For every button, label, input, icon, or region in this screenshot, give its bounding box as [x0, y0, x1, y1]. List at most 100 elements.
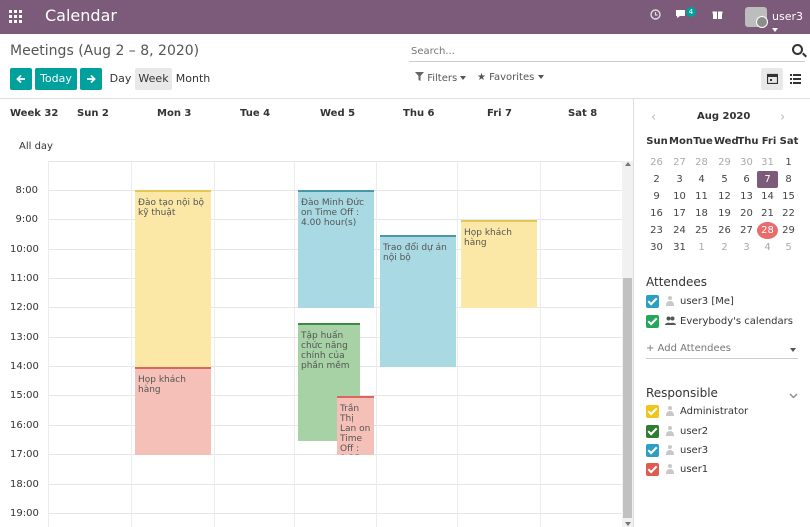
calendar-event[interactable]: Đào Minh Đức on Time Off : 4.00 hour(s) [298, 190, 374, 308]
responsible-checkbox[interactable] [646, 444, 659, 457]
today-button[interactable]: Today [35, 68, 77, 90]
mini-calendar-day[interactable]: 3 [669, 171, 690, 188]
mini-calendar-day[interactable]: 25 [691, 222, 712, 239]
mini-calendar-day[interactable]: 11 [691, 188, 712, 205]
day-header[interactable]: Sun 2 [77, 108, 109, 119]
calendar-view-button[interactable] [761, 68, 783, 90]
mini-calendar-day[interactable]: 20 [736, 205, 757, 222]
mini-calendar-day[interactable]: 27 [669, 154, 690, 171]
mini-calendar-day[interactable]: 16 [646, 205, 667, 222]
mini-calendar-day[interactable]: 24 [669, 222, 690, 239]
calendar-scrollbar[interactable] [622, 161, 633, 527]
apps-menu-icon[interactable] [9, 10, 22, 23]
responsible-collapse-icon[interactable] [789, 389, 798, 402]
filters-dropdown[interactable]: Filters [415, 72, 467, 84]
mini-calendar-day[interactable]: 17 [669, 205, 690, 222]
scale-month-button[interactable]: Month [174, 68, 212, 90]
gift-icon[interactable] [712, 9, 723, 23]
scroll-up-icon[interactable] [625, 162, 631, 166]
responsible-checkbox[interactable] [646, 463, 659, 476]
mini-calendar-day[interactable]: 26 [646, 154, 667, 171]
scale-week-button[interactable]: Week [135, 68, 172, 90]
calendar-icon [766, 73, 778, 85]
user-avatar[interactable] [745, 7, 768, 28]
user-name-label: user3 [772, 10, 803, 23]
mini-calendar-day[interactable]: 22 [778, 205, 799, 222]
mini-calendar-day[interactable]: 30 [736, 154, 757, 171]
mini-calendar-day[interactable]: 8 [778, 171, 799, 188]
mini-calendar-day[interactable]: 18 [691, 205, 712, 222]
scale-day-button[interactable]: Day [108, 68, 133, 90]
attendee-checkbox[interactable] [646, 315, 659, 328]
mini-calendar-day[interactable]: 4 [757, 239, 778, 256]
mini-calendar-day[interactable]: 31 [669, 239, 690, 256]
users-icon [665, 316, 676, 328]
hour-label: 17:00 [10, 449, 39, 460]
mini-calendar-day[interactable]: 28 [691, 154, 712, 171]
favorites-dropdown[interactable]: ★ Favorites [477, 72, 544, 83]
mini-calendar-day[interactable]: 27 [736, 222, 757, 239]
day-header[interactable]: Sat 8 [568, 108, 597, 119]
app-title: Calendar [45, 6, 117, 25]
hour-label: 13:00 [10, 332, 39, 343]
mini-next-month-icon[interactable]: › [780, 110, 785, 125]
add-attendees-input[interactable]: + Add Attendees [646, 343, 798, 359]
day-header[interactable]: Mon 3 [157, 108, 191, 119]
mini-calendar-day[interactable]: 6 [736, 171, 757, 188]
mini-calendar-day[interactable]: 5 [714, 171, 735, 188]
mini-calendar-day[interactable]: 13 [736, 188, 757, 205]
calendar-event[interactable]: Trần Thị Lan on Time Off : 0.25 [337, 396, 374, 455]
mini-calendar-day[interactable]: 15 [778, 188, 799, 205]
scroll-thumb[interactable] [623, 278, 632, 518]
mini-calendar-day[interactable]: 4 [691, 171, 712, 188]
mini-calendar-day[interactable]: 23 [646, 222, 667, 239]
mini-calendar-day[interactable]: 21 [757, 205, 778, 222]
mini-calendar-day[interactable]: 12 [714, 188, 735, 205]
day-header[interactable]: Thu 6 [403, 108, 435, 119]
mini-calendar-day[interactable]: 29 [714, 154, 735, 171]
mini-calendar-day[interactable]: 10 [669, 188, 690, 205]
mini-calendar-day[interactable]: 1 [778, 154, 799, 171]
mini-calendar-day[interactable]: 14 [757, 188, 778, 205]
attendee-checkbox[interactable] [646, 295, 659, 308]
mini-calendar-day[interactable]: 2 [646, 171, 667, 188]
mini-calendar-day[interactable]: 26 [714, 222, 735, 239]
calendar-event[interactable]: Trao đổi dự án nội bộ [380, 235, 456, 367]
prev-button[interactable] [10, 68, 32, 90]
day-column-line [457, 161, 458, 527]
scroll-down-icon[interactable] [625, 522, 631, 526]
hour-label: 18:00 [10, 479, 39, 490]
mini-calendar-day[interactable]: 1 [691, 239, 712, 256]
responsible-checkbox[interactable] [646, 425, 659, 438]
mini-calendar-day[interactable]: 5 [778, 239, 799, 256]
mini-calendar-day[interactable]: 28 [757, 222, 778, 239]
mini-calendar-day[interactable]: 19 [714, 205, 735, 222]
calendar-event[interactable]: Họp khách hàng [135, 367, 211, 455]
user-menu[interactable]: user3 [772, 10, 810, 36]
day-column-line [540, 161, 541, 527]
hour-label: 14:00 [10, 361, 39, 372]
next-button[interactable] [80, 68, 102, 90]
mini-calendar-day[interactable]: 9 [646, 188, 667, 205]
calendar-event[interactable]: Đào tạo nội bộ kỹ thuật [135, 190, 211, 367]
allday-label: All day [19, 141, 53, 152]
day-header[interactable]: Tue 4 [240, 108, 270, 119]
search-icon[interactable] [792, 44, 803, 55]
search-input[interactable] [409, 46, 779, 57]
day-header[interactable]: Fri 7 [487, 108, 512, 119]
responsible-checkbox[interactable] [646, 405, 659, 418]
mini-prev-month-icon[interactable]: ‹ [651, 110, 656, 125]
day-header[interactable]: Wed 5 [320, 108, 355, 119]
filters-caret-icon [460, 76, 467, 80]
mini-calendar-day[interactable]: 29 [778, 222, 799, 239]
mini-calendar-day[interactable]: 31 [757, 154, 778, 171]
mini-calendar-day[interactable]: 7 [757, 171, 778, 188]
list-view-button[interactable] [785, 68, 805, 90]
breadcrumb: Meetings (Aug 2 – 8, 2020) [10, 43, 200, 59]
activity-clock-icon[interactable] [650, 9, 661, 23]
calendar-event[interactable]: Họp khách hàng [461, 220, 537, 308]
mini-calendar-day[interactable]: 2 [714, 239, 735, 256]
mini-calendar-day[interactable]: 30 [646, 239, 667, 256]
favorites-label: Favorites [489, 72, 535, 83]
mini-calendar-day[interactable]: 3 [736, 239, 757, 256]
